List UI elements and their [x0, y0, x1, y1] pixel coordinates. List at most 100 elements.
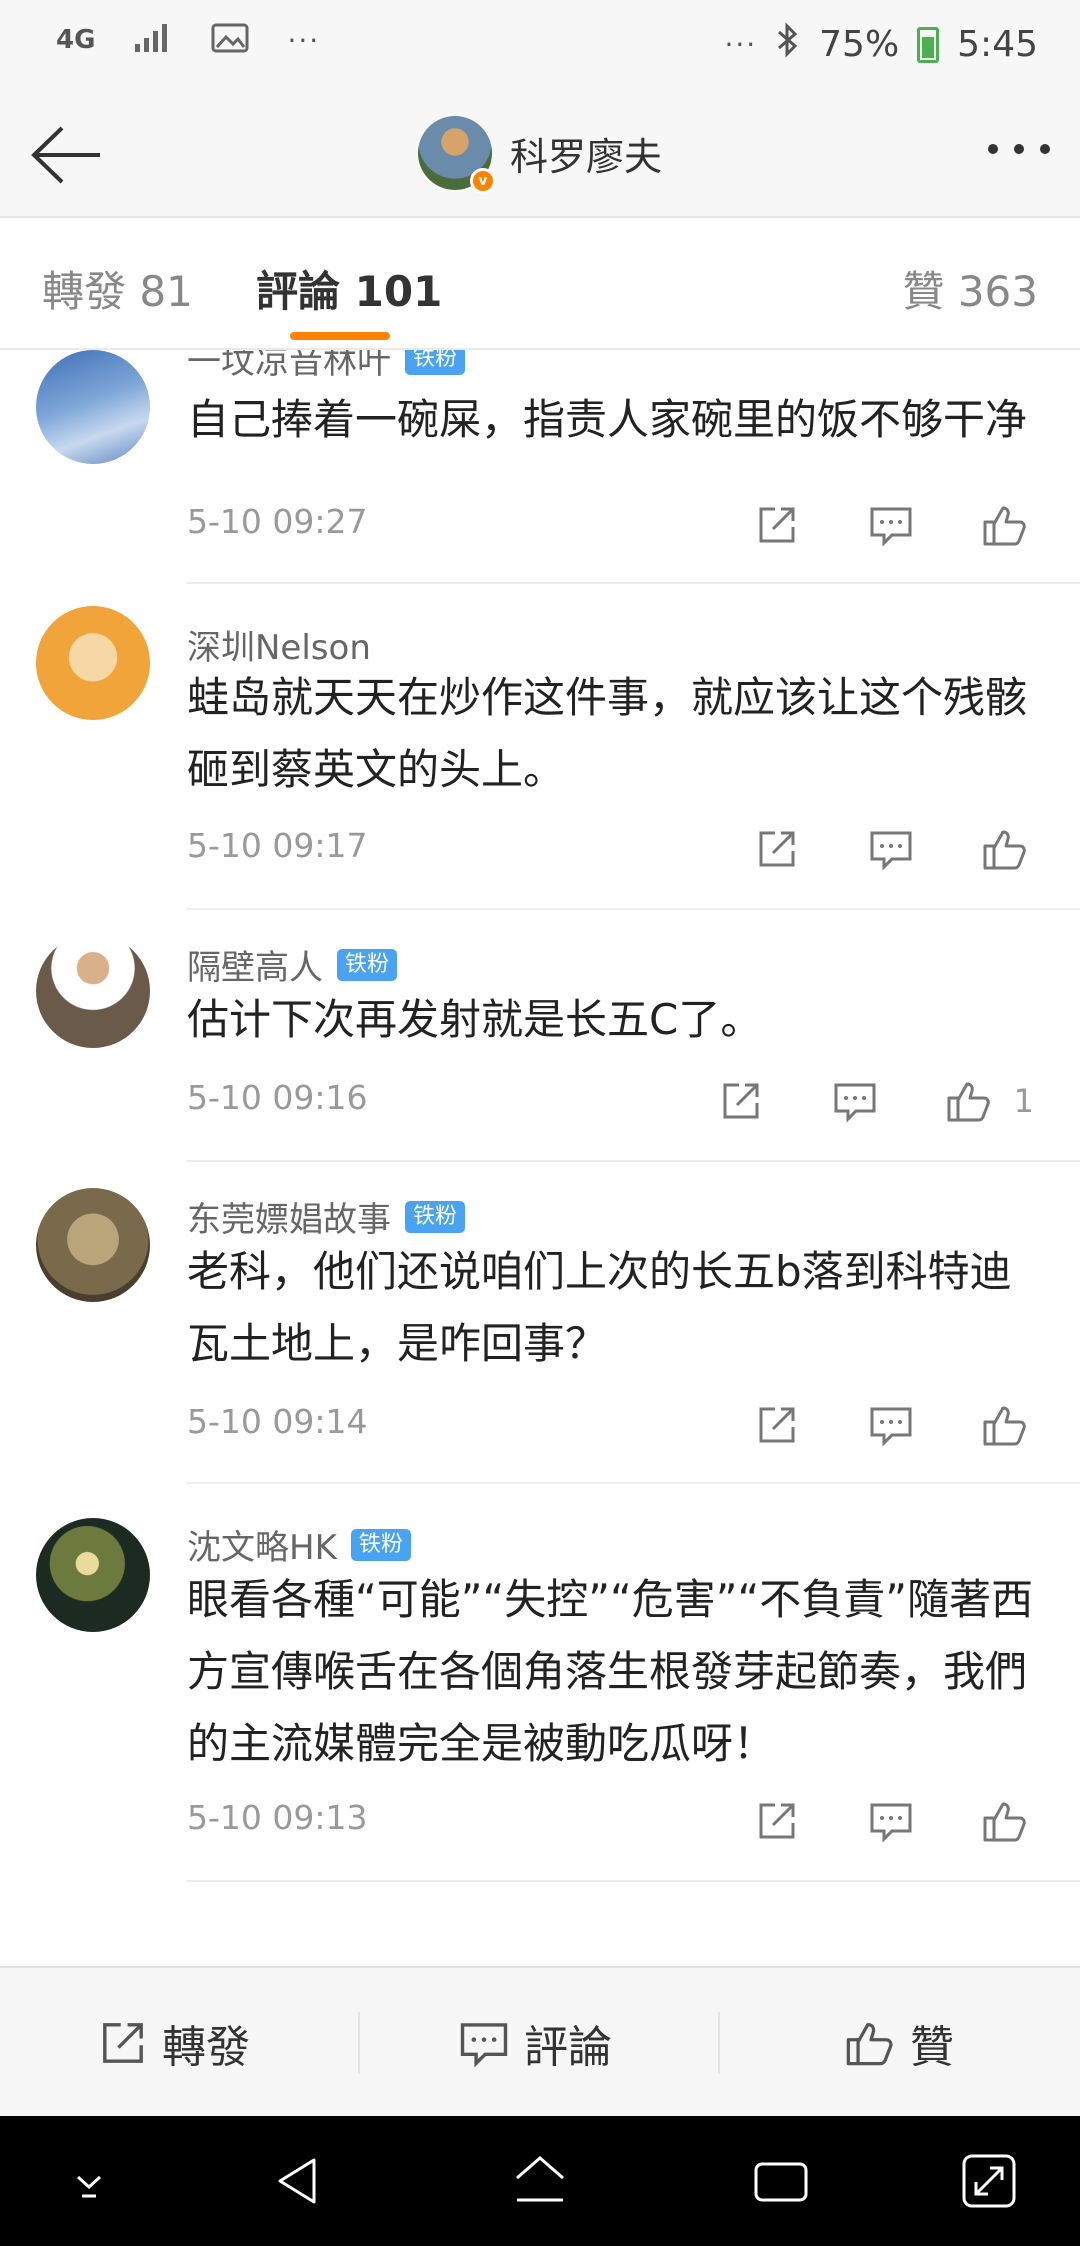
like-button[interactable]: [976, 1792, 1034, 1850]
comment-icon: [870, 1803, 912, 1843]
share-icon: [759, 507, 795, 543]
fan-badge: 铁粉: [337, 948, 398, 981]
divider: [187, 582, 1080, 584]
back-arrow-icon: [31, 126, 100, 184]
comment-icon: [870, 1407, 912, 1447]
tab-bar: 轉發 81 評論 101 贊 363: [0, 218, 1080, 350]
network-indicator: 4G: [56, 25, 96, 55]
avatar: v: [418, 116, 496, 194]
separator: [358, 2012, 360, 2074]
reply-button[interactable]: [862, 820, 920, 878]
reply-button[interactable]: [862, 1396, 920, 1454]
comment-tab-button[interactable]: 評論: [458, 1968, 612, 2118]
like-button[interactable]: [940, 1072, 998, 1130]
home-icon: [516, 2156, 564, 2202]
verified-badge: v: [470, 168, 496, 194]
nav-back-button[interactable]: [262, 2144, 336, 2218]
comment-text: 估计下次再发射就是长五C了。: [187, 995, 763, 1044]
comment-label: 評論: [524, 2022, 612, 2073]
reply-button[interactable]: [862, 496, 920, 554]
thumbs-up-icon: [983, 1802, 1026, 1842]
recents-icon: [754, 2162, 808, 2202]
nav-expand-button[interactable]: [952, 2144, 1026, 2218]
divider: [187, 1880, 1080, 1882]
fan-badge: 铁粉: [350, 1528, 411, 1561]
thumbs-up-icon: [983, 506, 1026, 546]
clock: 5:45: [957, 24, 1038, 65]
separator: [718, 2012, 720, 2074]
avatar[interactable]: [36, 606, 150, 720]
comment-icon: [460, 2023, 508, 2068]
comment-actions: 1: [656, 1072, 1034, 1130]
comment-text: 老科，他们还说咱们上次的长五b落到科特迪瓦土地上，是咋回事？: [187, 1247, 1012, 1368]
profile-header[interactable]: v 科罗廖夫: [418, 116, 662, 194]
more-options-button[interactable]: [988, 144, 1050, 154]
battery-percent: 75%: [819, 24, 900, 65]
nav-home-button[interactable]: [503, 2144, 577, 2218]
like-button[interactable]: [976, 1396, 1034, 1454]
hide-keyboard-button[interactable]: [52, 2144, 126, 2218]
more-dot-icon: [988, 144, 998, 154]
system-nav-bar: [0, 2116, 1080, 2246]
avatar[interactable]: [36, 1188, 150, 1302]
comment-actions: [692, 1396, 1034, 1454]
tab-reposts[interactable]: 轉發 81: [42, 258, 193, 319]
comment-time: 5-10 09:27: [187, 502, 368, 541]
bluetooth-icon: [775, 22, 801, 67]
like-button[interactable]: [976, 820, 1034, 878]
comment-author[interactable]: 沈文略HK 铁粉: [187, 1520, 411, 1569]
more-dot-icon: [1014, 144, 1024, 154]
share-icon: [759, 831, 795, 867]
divider: [187, 1482, 1080, 1484]
reply-button[interactable]: [862, 1792, 920, 1850]
triangle-back-icon: [278, 2158, 316, 2204]
status-left: 4G ···: [56, 22, 320, 58]
fan-badge: 铁粉: [405, 1200, 466, 1233]
avatar[interactable]: [36, 934, 150, 1048]
comment-text: 蛙岛就天天在炒作这件事，就应该让这个残骸砸到蔡英文的头上。: [187, 673, 1028, 794]
tab-comments[interactable]: 評論 101: [256, 258, 442, 319]
comment-author[interactable]: 东莞嫖娼故事 铁粉: [187, 1192, 466, 1241]
chevron-down-icon: [76, 2175, 102, 2198]
comment-text: 自己捧着一碗屎，指责人家碗里的饭不够干净: [187, 395, 1028, 444]
thumbs-up-icon: [947, 1082, 990, 1122]
thumbs-up-icon: [983, 830, 1026, 870]
nav-recents-button[interactable]: [744, 2144, 818, 2218]
more-dot-icon: [1040, 144, 1050, 154]
comment-author[interactable]: 一坟凉音林叶 铁粉: [187, 350, 466, 383]
like-button[interactable]: [976, 496, 1034, 554]
share-icon: [759, 1407, 795, 1443]
divider: [187, 908, 1080, 910]
repost-tab-button[interactable]: 轉發: [98, 1968, 250, 2118]
share-icon: [103, 2023, 143, 2063]
repost-label: 轉發: [162, 2022, 250, 2073]
author-name: 东莞嫖娼故事: [187, 1200, 391, 1240]
comment-icon: [870, 831, 912, 871]
like-tab-button[interactable]: 贊: [844, 1968, 954, 2118]
comment-list[interactable]: 一坟凉音林叶 铁粉 自己捧着一碗屎，指责人家碗里的饭不够干净 5-10 09:2…: [0, 350, 1080, 1965]
repost-button[interactable]: [748, 496, 806, 554]
tab-likes[interactable]: 贊 363: [902, 258, 1038, 319]
comment-time: 5-10 09:13: [187, 1798, 368, 1837]
avatar[interactable]: [36, 350, 150, 464]
nav-bar: v 科罗廖夫: [0, 92, 1080, 218]
avatar[interactable]: [36, 1518, 150, 1632]
comment-author[interactable]: 隔壁高人 铁粉: [187, 940, 398, 989]
back-button[interactable]: [28, 120, 102, 190]
repost-button[interactable]: [748, 820, 806, 878]
like-label: 贊: [910, 2022, 954, 2073]
bottom-action-bar: 轉發 評論 贊: [0, 1966, 1080, 2116]
author-name: 隔壁高人: [187, 948, 323, 988]
comment-time: 5-10 09:17: [187, 826, 368, 865]
thumbs-up-icon: [983, 1406, 1026, 1446]
repost-button[interactable]: [712, 1072, 770, 1130]
repost-button[interactable]: [748, 1792, 806, 1850]
like-count: 1: [1013, 1082, 1034, 1120]
repost-button[interactable]: [748, 1396, 806, 1454]
comment-icon: [870, 507, 912, 547]
reply-button[interactable]: [826, 1072, 884, 1130]
share-icon: [759, 1803, 795, 1839]
fan-badge: 铁粉: [405, 350, 466, 375]
expand-icon: [962, 2154, 1016, 2208]
author-name: 沈文略HK: [187, 1528, 337, 1568]
